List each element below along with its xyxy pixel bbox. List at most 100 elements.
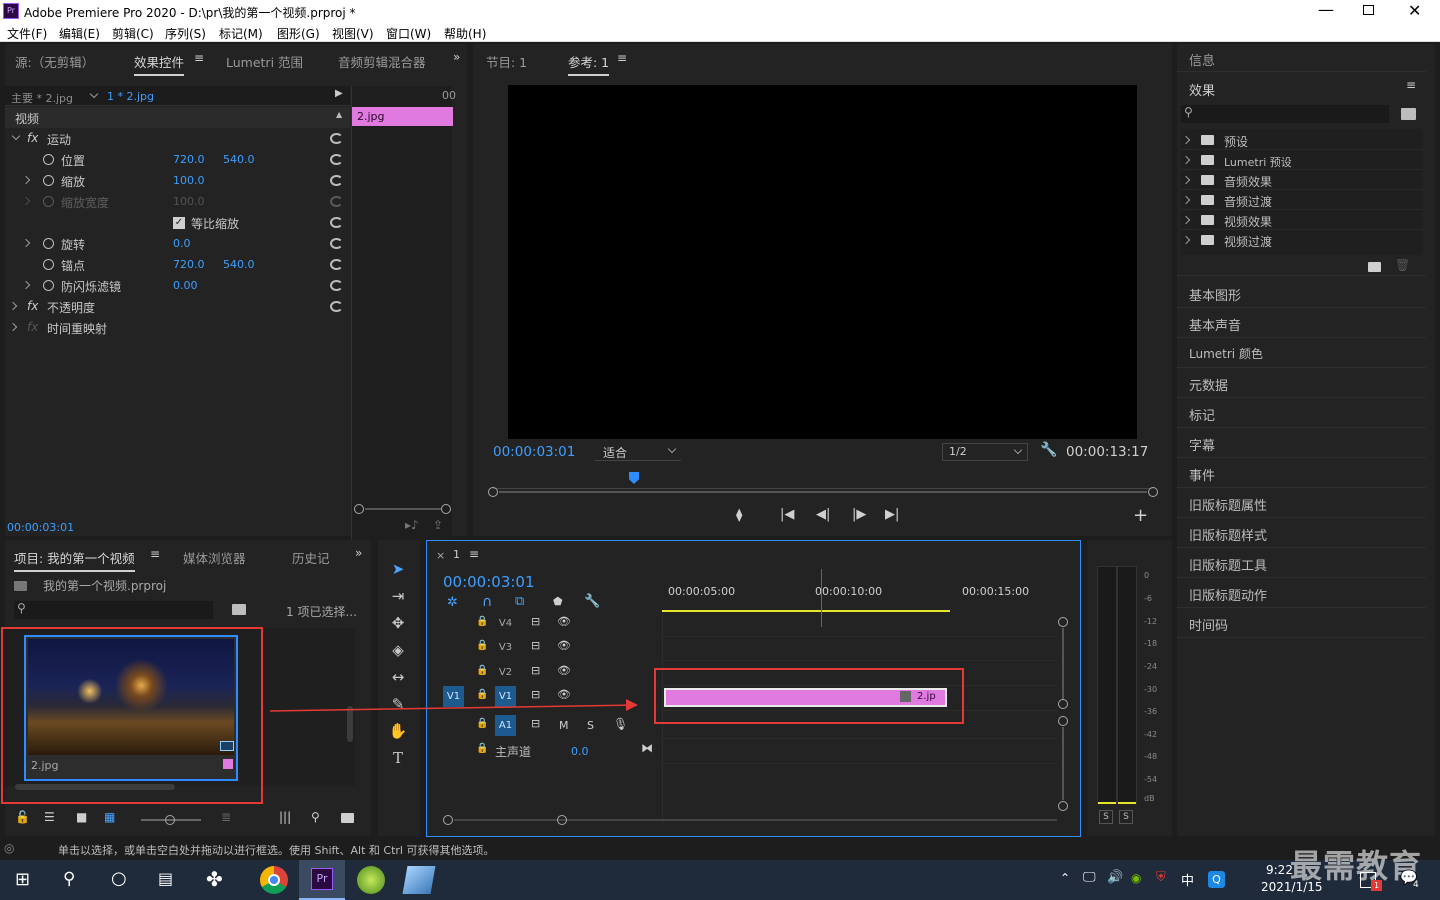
expand-icon[interactable] xyxy=(1181,175,1191,185)
expand-icon[interactable] xyxy=(1181,155,1191,165)
uniform-scale-checkbox[interactable]: ✓ xyxy=(173,217,185,229)
solo-button[interactable]: S xyxy=(587,719,594,732)
new-bin-icon[interactable] xyxy=(341,813,354,823)
step-back-icon[interactable]: ◀| xyxy=(816,507,830,522)
track-target-v3[interactable]: V3 xyxy=(495,637,516,658)
scale-value[interactable]: 100.0 xyxy=(173,174,205,187)
sort-icon[interactable]: ≣ xyxy=(221,810,231,824)
close-button[interactable]: ✕ xyxy=(1408,1,1421,20)
menu-file[interactable]: 文件(F) xyxy=(7,25,47,42)
mini-clip-bar[interactable]: 2.jpg xyxy=(352,107,453,126)
pinwheel-app-icon[interactable]: ✤ xyxy=(206,867,223,891)
anchor-y-value[interactable]: 540.0 xyxy=(223,258,255,271)
expand-icon[interactable] xyxy=(21,280,31,290)
resolution-dropdown[interactable]: 1/2 xyxy=(942,443,1028,461)
selection-tool-icon[interactable]: ➤ xyxy=(388,559,408,579)
a-scroll-track[interactable] xyxy=(1062,727,1064,800)
zoom-handle-right[interactable] xyxy=(441,504,451,514)
search-icon[interactable]: ⚲ xyxy=(63,869,75,889)
menu-sequence[interactable]: 序列(S) xyxy=(165,25,206,42)
sync-lock-icon[interactable]: ⊟ xyxy=(531,639,540,652)
tab-lumetri-scopes[interactable]: Lumetri 范围 xyxy=(226,52,303,71)
slip-tool-icon[interactable]: ↔ xyxy=(388,667,408,687)
more-tabs-icon[interactable]: » xyxy=(453,50,460,64)
minimize-button[interactable]: — xyxy=(1318,0,1334,19)
menu-marker[interactable]: 标记(M) xyxy=(219,25,263,42)
track-target-v2[interactable]: V2 xyxy=(495,662,516,683)
nest-toggle-icon[interactable]: ✲ xyxy=(447,595,458,610)
position-y-value[interactable]: 540.0 xyxy=(223,153,255,166)
task-view-icon[interactable]: ▤ xyxy=(158,869,173,888)
list-view-icon[interactable]: ☰ xyxy=(44,810,55,824)
reset-icon[interactable] xyxy=(330,259,343,270)
reset-icon[interactable] xyxy=(330,175,343,186)
clip-dropdown-icon[interactable] xyxy=(89,89,99,99)
expand-icon[interactable] xyxy=(11,131,21,141)
razor-tool-icon[interactable]: ◈ xyxy=(388,640,408,660)
menu-graphics[interactable]: 图形(G) xyxy=(277,25,320,42)
stopwatch-icon[interactable] xyxy=(43,238,54,249)
play-audio-icon[interactable]: ▸♪ xyxy=(405,518,419,532)
notepad-icon[interactable] xyxy=(402,866,436,894)
stopwatch-icon[interactable] xyxy=(43,259,54,270)
panel-menu-icon[interactable]: ≡ xyxy=(1406,78,1416,92)
expand-icon[interactable] xyxy=(8,301,18,311)
ripple-edit-tool-icon[interactable]: ✥ xyxy=(388,613,408,633)
menu-edit[interactable]: 编辑(E) xyxy=(59,25,100,42)
new-custom-bin-icon[interactable] xyxy=(1401,108,1416,120)
app-green-icon[interactable] xyxy=(357,866,385,894)
fx-badge[interactable]: fx xyxy=(27,131,38,145)
video-preview[interactable] xyxy=(508,85,1137,439)
tab-source[interactable]: 源:（无剪辑） xyxy=(15,52,94,71)
play-icon[interactable]: |▶ xyxy=(852,507,866,522)
expand-icon[interactable] xyxy=(1181,215,1191,225)
new-bin-icon[interactable] xyxy=(1368,262,1381,272)
close-sequence-icon[interactable]: × xyxy=(436,549,445,562)
a-scroll-bottom[interactable] xyxy=(1058,801,1068,811)
panel-legacy-title-properties[interactable]: 旧版标题属性 xyxy=(1177,488,1426,518)
effect-row-opacity[interactable]: fx 不透明度 xyxy=(5,296,350,317)
snap-icon[interactable]: ∩ xyxy=(482,594,492,610)
export-frame-icon[interactable]: ⇪ xyxy=(433,518,443,532)
qq-browser-icon[interactable]: Q xyxy=(1208,871,1225,888)
panel-timecode[interactable]: 时间码 xyxy=(1177,608,1426,638)
clock-time[interactable]: 9:22 xyxy=(1266,863,1293,877)
panel-lumetri-color[interactable]: Lumetri 颜色 xyxy=(1177,338,1426,368)
tab-menu-icon[interactable]: ≡ xyxy=(617,51,627,65)
rotation-value[interactable]: 0.0 xyxy=(173,237,191,250)
anchor-x-value[interactable]: 720.0 xyxy=(173,258,205,271)
sync-lock-icon[interactable]: ⊟ xyxy=(531,664,540,677)
security-icon[interactable]: ⛨ xyxy=(1156,870,1166,885)
stopwatch-icon[interactable] xyxy=(43,154,54,165)
expand-icon[interactable] xyxy=(21,238,31,248)
find-icon-bottom[interactable]: ⚲ xyxy=(311,810,320,824)
eye-icon[interactable]: 👁 xyxy=(557,615,571,628)
scroll-up-icon[interactable]: ▲ xyxy=(336,110,342,119)
type-tool-icon[interactable]: T xyxy=(388,748,408,768)
program-ruler[interactable] xyxy=(493,468,1153,492)
linked-selection-icon[interactable]: ⧉ xyxy=(515,594,524,609)
effect-row-time-remap[interactable]: fx 时间重映射 xyxy=(5,317,350,338)
button-editor-icon[interactable]: + xyxy=(1133,505,1148,526)
tree-item-lumetri-presets[interactable]: Lumetri 预设 xyxy=(1181,150,1422,170)
tree-item-video-effects[interactable]: 视频效果 xyxy=(1181,210,1422,230)
sequence-clip-label[interactable]: 1 * 2.jpg xyxy=(107,90,154,103)
eye-icon[interactable]: 👁 xyxy=(557,664,571,677)
automate-sequence-icon[interactable]: ||| xyxy=(279,810,291,824)
expand-icon[interactable] xyxy=(1181,235,1191,245)
effect-controls-timecode[interactable]: 00:00:03:01 xyxy=(7,521,74,534)
play-only-icon[interactable]: ▶ xyxy=(335,88,343,99)
menu-help[interactable]: 帮助(H) xyxy=(444,25,486,42)
menu-window[interactable]: 窗口(W) xyxy=(386,25,431,42)
hand-tool-icon[interactable]: ✋ xyxy=(388,721,408,741)
more-tabs-icon[interactable]: » xyxy=(355,546,362,560)
tray-up-arrow-icon[interactable]: ⌃ xyxy=(1060,871,1070,885)
network-icon[interactable]: 🖵 xyxy=(1083,870,1096,885)
effect-row-motion[interactable]: fx 运动 xyxy=(5,128,350,149)
reset-icon[interactable] xyxy=(330,238,343,249)
zoom-bar[interactable] xyxy=(499,491,1147,493)
windows-start-icon[interactable]: ⊞ xyxy=(15,869,30,890)
project-search-input[interactable]: ⚲ xyxy=(14,601,213,619)
find-icon[interactable] xyxy=(232,604,246,615)
zoom-handle-left[interactable] xyxy=(354,504,364,514)
